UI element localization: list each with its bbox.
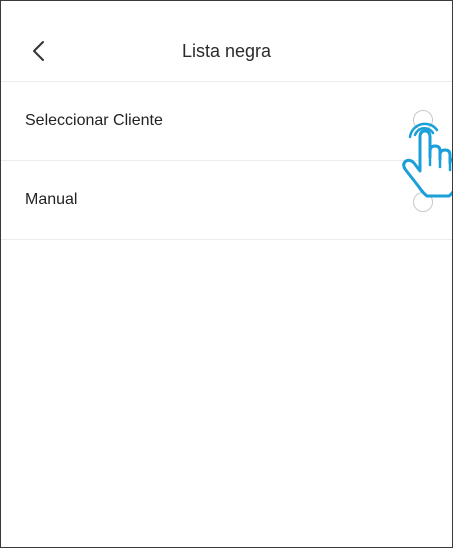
radio-select-client[interactable] [413, 110, 433, 130]
option-label: Seleccionar Cliente [25, 112, 163, 129]
blacklist-screen: Lista negra Seleccionar Cliente Manual [0, 0, 453, 548]
option-label: Manual [25, 191, 78, 208]
header-bar: Lista negra [1, 1, 452, 82]
option-select-client[interactable]: Seleccionar Cliente [1, 82, 452, 161]
page-title: Lista negra [181, 41, 272, 61]
radio-manual[interactable] [413, 192, 433, 212]
option-manual[interactable]: Manual [1, 161, 452, 240]
